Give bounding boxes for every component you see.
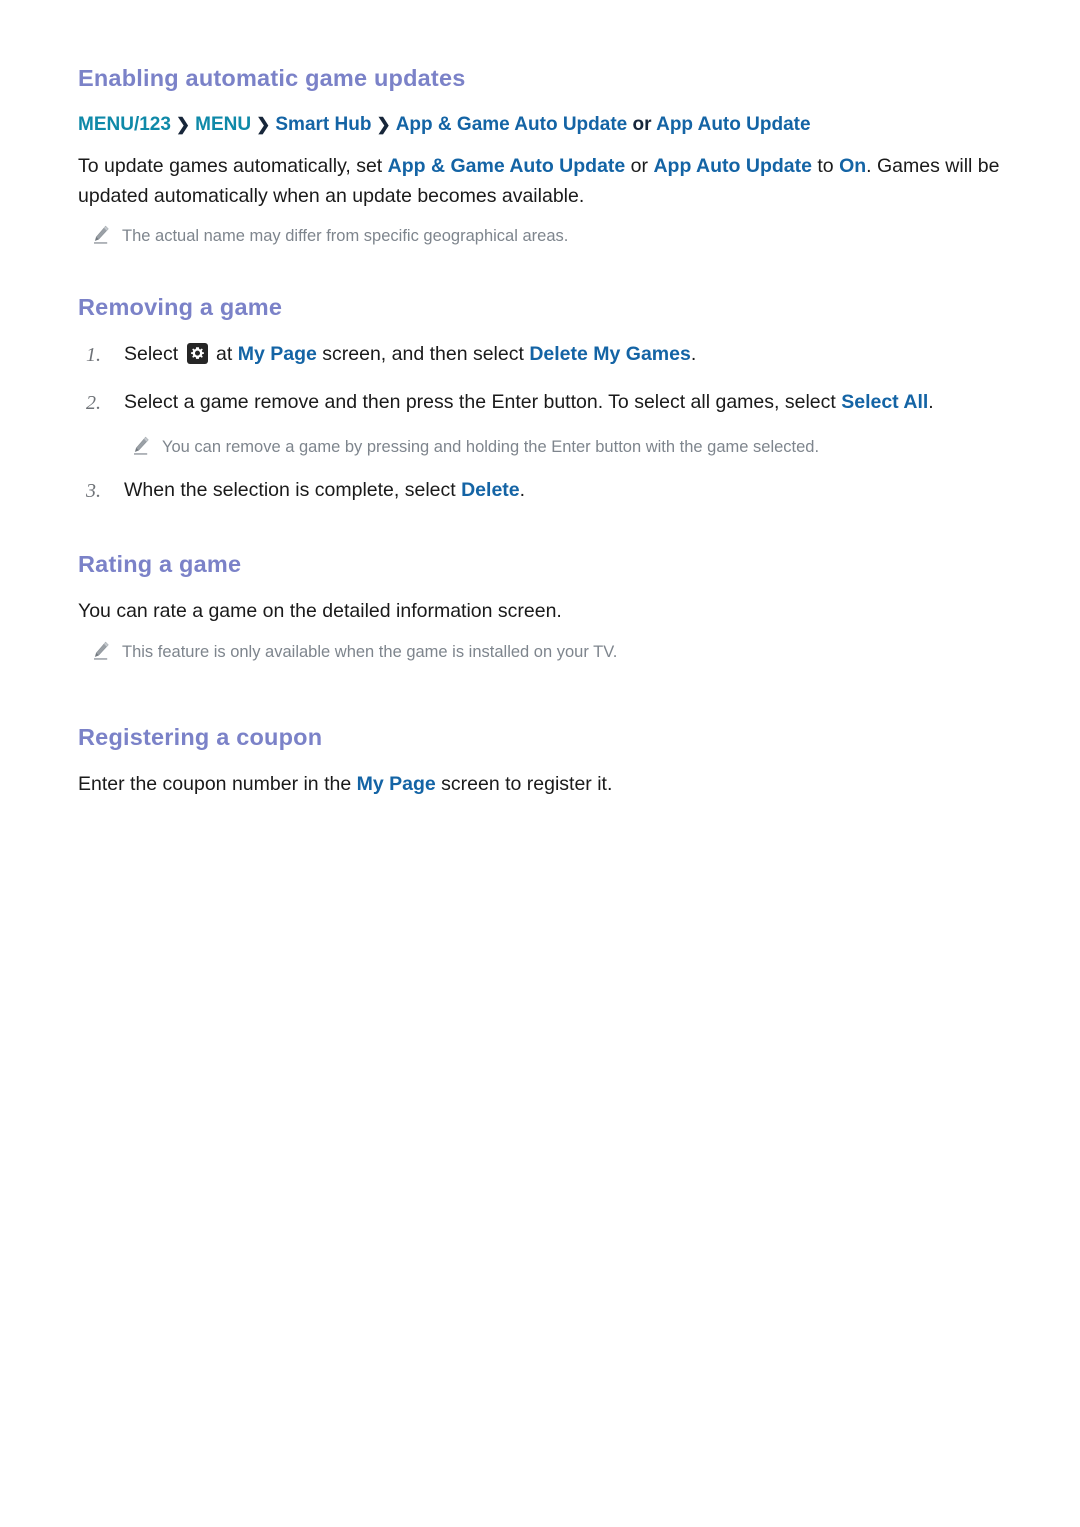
step-text-part: screen, and then select: [316, 343, 530, 366]
menu-path-item-menu123[interactable]: MENU/123: [78, 114, 171, 135]
inline-link-app-auto-update[interactable]: App Auto Update: [653, 155, 812, 177]
section-heading: Removing a game: [78, 293, 283, 320]
menu-path-item-app-game-auto-update[interactable]: App & Game Auto Update: [396, 114, 628, 135]
step-text-part: .: [928, 391, 934, 414]
menu-path-or-word: or: [632, 114, 652, 136]
body-text-part: to: [811, 154, 840, 177]
inline-link-delete[interactable]: Delete: [461, 479, 520, 501]
step-text: When the selection is complete, select D…: [124, 476, 1002, 505]
note-row: The actual name may differ from specific…: [92, 223, 1002, 249]
chevron-right-icon: ❯: [256, 115, 271, 135]
step-text: Select a game remove and then press the …: [124, 388, 1002, 417]
step-number: 2.: [86, 392, 101, 415]
menu-path-item-app-auto-update[interactable]: App Auto Update: [656, 114, 810, 135]
section-rating-a-game: Rating a game You can rate a game on the…: [78, 550, 1002, 665]
menu-path-breadcrumb: MENU/123 ❯ MENU ❯ Smart Hub ❯ App & Game Auto …: [78, 111, 1002, 140]
inline-link-app-game-auto-update[interactable]: App & Game Auto Update: [388, 155, 626, 177]
step-text-part: When the selection is complete, select: [124, 479, 462, 501]
body-text-part: or: [625, 154, 654, 177]
note-row: This feature is only available when the …: [92, 639, 1002, 665]
pencil-icon: [92, 641, 110, 661]
document-page: Enabling automatic game updates MENU/123…: [0, 0, 1080, 1527]
step-text: Select at My Page screen, and then selec…: [124, 340, 1002, 369]
note-text: This feature is only available when the …: [122, 643, 618, 661]
gear-icon[interactable]: [186, 343, 208, 365]
inline-link-delete-my-games[interactable]: Delete My Games: [529, 343, 691, 365]
inline-link-on[interactable]: On: [839, 155, 866, 177]
step-number: 3.: [86, 480, 101, 502]
step-list-continued: 3. When the selection is complete, selec…: [78, 476, 1002, 506]
note-text: You can remove a game by pressing and ho…: [162, 438, 820, 457]
note-row: You can remove a game by pressing and ho…: [132, 434, 1002, 460]
chevron-right-icon: ❯: [175, 115, 191, 135]
list-item: 2. Select a game remove and then press t…: [78, 388, 1002, 418]
body-text-part: Enter the coupon number in the: [78, 773, 357, 796]
step-text-part: Select a game remove and then press the …: [124, 391, 842, 414]
section-heading: Registering a coupon: [78, 723, 323, 750]
section-heading: Rating a game: [78, 551, 242, 577]
menu-path-item-smart-hub[interactable]: Smart Hub: [275, 114, 371, 135]
chevron-right-icon: ❯: [376, 115, 391, 135]
pencil-icon: [92, 225, 110, 245]
list-item: 3. When the selection is complete, selec…: [78, 476, 1002, 506]
step-text-part: at: [210, 343, 238, 366]
pencil-icon: [132, 436, 150, 456]
section-heading: Enabling automatic game updates: [78, 65, 466, 91]
step-text-part: .: [519, 479, 526, 501]
step-number: 1.: [86, 344, 101, 367]
list-item: 1. Select at My Page screen, and then se…: [78, 340, 1002, 370]
section-registering-a-coupon: Registering a coupon Enter the coupon nu…: [78, 723, 1002, 800]
section-enabling-automatic-game-updates: Enabling automatic game updates MENU/123…: [78, 64, 1002, 249]
section-body-paragraph: To update games automatically, set App &…: [78, 152, 1002, 211]
section-body-paragraph: You can rate a game on the detailed info…: [78, 600, 562, 623]
body-text-part: screen to register it.: [435, 773, 613, 796]
step-text-part: Select: [124, 343, 184, 366]
body-text-part: To update games automatically, set: [78, 154, 388, 177]
menu-path-item-menu[interactable]: MENU: [195, 114, 251, 135]
step-text-part: .: [690, 343, 697, 366]
note-text: The actual name may differ from specific…: [122, 227, 569, 246]
section-body-paragraph: Enter the coupon number in the My Page s…: [78, 770, 1002, 800]
section-removing-a-game: Removing a game 1. Select at My Page scr…: [78, 293, 1002, 506]
inline-link-my-page[interactable]: My Page: [357, 773, 436, 795]
step-list: 1. Select at My Page screen, and then se…: [78, 340, 1002, 418]
inline-link-select-all[interactable]: Select All: [841, 391, 928, 413]
inline-link-my-page[interactable]: My Page: [238, 343, 317, 365]
